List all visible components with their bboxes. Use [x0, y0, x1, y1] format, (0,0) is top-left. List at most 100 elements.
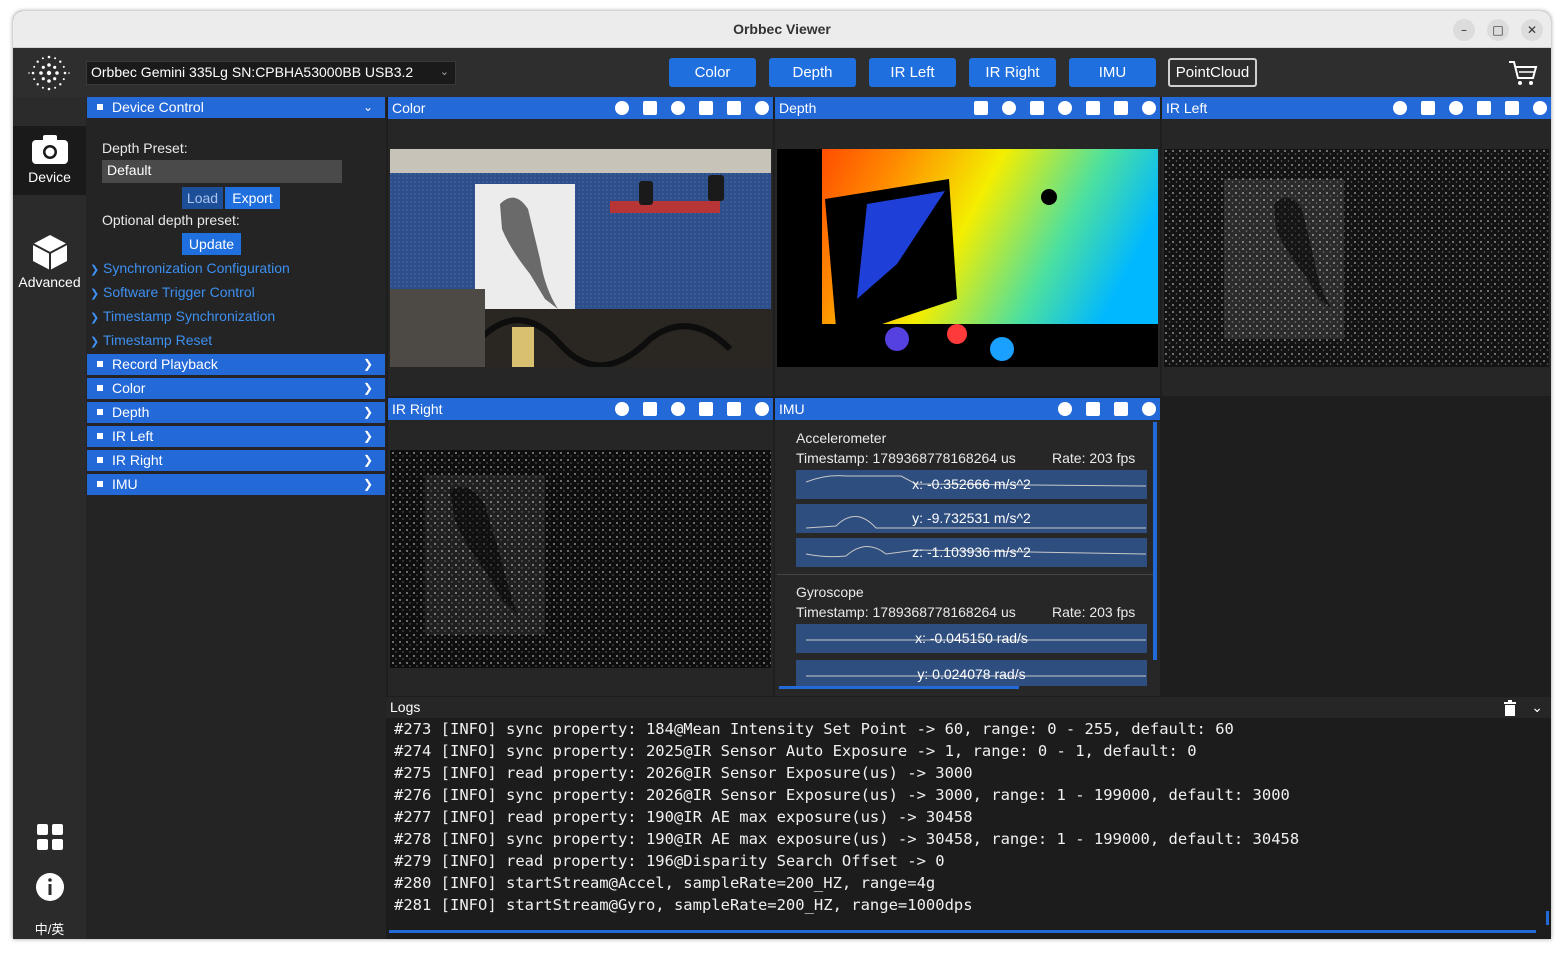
- divider: [777, 574, 1153, 575]
- minimize-icon[interactable]: –: [1453, 19, 1475, 41]
- section-depth[interactable]: Depth ❯: [87, 402, 385, 423]
- camera-icon[interactable]: [699, 402, 713, 416]
- panel-title: Depth: [779, 100, 817, 116]
- log-line: #274 [INFO] sync property: 2025@IR Senso…: [394, 742, 1197, 760]
- info-icon[interactable]: [35, 872, 65, 902]
- trash-icon[interactable]: [1503, 700, 1517, 716]
- device-select-value: Orbbec Gemini 335Lg SN:CPBHA53000BB USB3…: [91, 64, 414, 80]
- imu-scrollbar[interactable]: [1153, 422, 1157, 660]
- section-imu[interactable]: IMU ❯: [87, 474, 385, 495]
- chevron-down-icon[interactable]: ⌄: [1531, 697, 1543, 718]
- link-label: Software Trigger Control: [103, 284, 255, 300]
- link-label: Timestamp Reset: [103, 332, 213, 348]
- nav-advanced[interactable]: Advanced: [13, 233, 86, 299]
- depth-stream-view: [777, 149, 1158, 367]
- section-device-control[interactable]: Device Control ⌄: [87, 97, 385, 118]
- accel-y-value: y: -9.732531 m/s^2: [912, 510, 1031, 526]
- link-timestamp-reset[interactable]: ❯ Timestamp Reset: [90, 332, 212, 348]
- logs-header: Logs ⌄: [386, 697, 1551, 718]
- ir-right-panel-header: IR Right: [388, 398, 773, 420]
- nav-device-label: Device: [28, 169, 71, 185]
- fullscreen-icon[interactable]: [615, 402, 629, 416]
- close-icon[interactable]: [755, 101, 769, 115]
- update-button[interactable]: Update: [182, 233, 241, 255]
- logs-horizontal-scrollbar[interactable]: [389, 930, 1536, 933]
- chevron-right-icon: ❯: [90, 264, 100, 276]
- imu-stream-button[interactable]: IMU: [1069, 58, 1156, 87]
- logs-vertical-scrollbar[interactable]: [1546, 911, 1549, 925]
- logs-title: Logs: [390, 699, 421, 715]
- save-icon[interactable]: [727, 402, 741, 416]
- cart-icon[interactable]: [1507, 58, 1539, 88]
- language-toggle[interactable]: 中/英: [13, 919, 86, 939]
- save-icon[interactable]: [727, 101, 741, 115]
- pause-icon[interactable]: [671, 101, 685, 115]
- section-ir-right[interactable]: IR Right ❯: [87, 450, 385, 471]
- section-label: Depth: [112, 404, 150, 420]
- close-icon[interactable]: [755, 402, 769, 416]
- export-button[interactable]: Export: [225, 187, 280, 209]
- link-label: Timestamp Synchronization: [103, 308, 276, 324]
- depth-preset-select[interactable]: Default: [102, 160, 342, 183]
- gyro-x-value: x: -0.045150 rad/s: [915, 630, 1028, 646]
- info-icon[interactable]: [1030, 101, 1044, 115]
- info-icon[interactable]: [1421, 101, 1435, 115]
- accel-y-plot: y: -9.732531 m/s^2: [796, 504, 1147, 533]
- imu-horizontal-scrollbar[interactable]: [779, 686, 1019, 689]
- depth-stream-button[interactable]: Depth: [769, 58, 856, 87]
- info-icon[interactable]: [643, 402, 657, 416]
- load-button[interactable]: Load: [182, 187, 223, 209]
- close-icon[interactable]: [1142, 402, 1156, 416]
- ir-left-stream-button[interactable]: IR Left: [869, 58, 956, 87]
- chevron-right-icon: ❯: [362, 357, 373, 371]
- grid-icon[interactable]: [36, 823, 64, 851]
- save-icon[interactable]: [1114, 402, 1128, 416]
- save-icon[interactable]: [1505, 101, 1519, 115]
- gyroscope-timestamp: Timestamp: 1789368778168264 us: [796, 604, 1016, 620]
- ir-left-stream-view: [1164, 149, 1549, 367]
- gyroscope-rate: Rate: 203 fps: [1052, 604, 1136, 620]
- pointcloud-button[interactable]: PointCloud: [1168, 58, 1257, 87]
- pause-icon[interactable]: [1449, 101, 1463, 115]
- close-icon[interactable]: [1142, 101, 1156, 115]
- nav-device[interactable]: Device: [13, 126, 86, 195]
- section-color[interactable]: Color ❯: [87, 378, 385, 399]
- log-line: #276 [INFO] sync property: 2026@IR Senso…: [394, 786, 1290, 804]
- pause-icon[interactable]: [671, 402, 685, 416]
- accel-x-value: x: -0.352666 m/s^2: [912, 476, 1031, 492]
- camera-icon[interactable]: [1477, 101, 1491, 115]
- close-icon[interactable]: ✕: [1521, 19, 1543, 41]
- section-ir-left[interactable]: IR Left ❯: [87, 426, 385, 447]
- camera-icon[interactable]: [699, 101, 713, 115]
- chevron-right-icon: ❯: [362, 405, 373, 419]
- save-icon[interactable]: [1114, 101, 1128, 115]
- fullscreen-icon[interactable]: [1393, 101, 1407, 115]
- info-icon[interactable]: [643, 101, 657, 115]
- cube-icon: [32, 235, 67, 270]
- log-line: #273 [INFO] sync property: 184@Mean Inte…: [394, 720, 1234, 738]
- camera-icon: [31, 135, 68, 164]
- pause-icon[interactable]: [1058, 101, 1072, 115]
- link-synchronization-configuration[interactable]: ❯ Synchronization Configuration: [90, 260, 290, 276]
- pause-icon[interactable]: [1058, 402, 1072, 416]
- maximize-icon[interactable]: □: [1487, 19, 1509, 41]
- color-panel: Color: [388, 97, 773, 396]
- camera-icon[interactable]: [1086, 402, 1100, 416]
- section-record-playback[interactable]: Record Playback ❯: [87, 354, 385, 375]
- orbbec-logo-icon: [28, 55, 70, 91]
- color-stream-view: [390, 149, 771, 367]
- color-stream-button[interactable]: Color: [669, 58, 756, 87]
- link-timestamp-synchronization[interactable]: ❯ Timestamp Synchronization: [90, 308, 275, 324]
- accelerometer-title: Accelerometer: [796, 430, 887, 446]
- device-select[interactable]: Orbbec Gemini 335Lg SN:CPBHA53000BB USB3…: [86, 61, 456, 85]
- fullscreen-icon[interactable]: [615, 101, 629, 115]
- ir-right-stream-button[interactable]: IR Right: [969, 58, 1056, 87]
- ruler-icon[interactable]: [974, 101, 988, 115]
- section-label: IR Right: [112, 452, 163, 468]
- camera-icon[interactable]: [1086, 101, 1100, 115]
- top-toolbar: Orbbec Gemini 335Lg SN:CPBHA53000BB USB3…: [13, 48, 1551, 97]
- close-icon[interactable]: [1533, 101, 1547, 115]
- imu-panel: IMU Accelerometer Timestamp: 17893687781…: [775, 398, 1160, 696]
- fullscreen-icon[interactable]: [1002, 101, 1016, 115]
- link-software-trigger-control[interactable]: ❯ Software Trigger Control: [90, 284, 255, 300]
